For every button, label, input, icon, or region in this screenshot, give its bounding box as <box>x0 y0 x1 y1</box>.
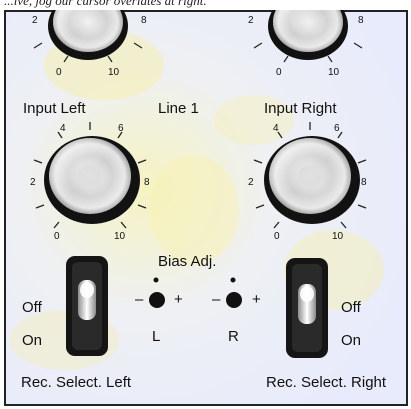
input-left-label: Input Left <box>23 100 86 117</box>
bias-right-minus: – <box>212 291 221 308</box>
input-left-mark-4: 4 <box>60 123 66 134</box>
bias-right-channel: R <box>228 328 239 345</box>
top-left-mark-2: 2 <box>32 15 38 26</box>
caption-text: ...ive, jog our cursor overlates at righ… <box>4 0 207 8</box>
switch-right-off: Off <box>341 299 361 316</box>
top-left-mark-10: 10 <box>108 67 120 78</box>
top-right-mark-2: 2 <box>248 15 254 26</box>
top-left-mark-8: 8 <box>141 15 147 26</box>
top-right-mark-8: 8 <box>358 15 364 26</box>
input-left-mark-6: 6 <box>118 123 124 134</box>
top-right-mark-0: 0 <box>276 67 282 78</box>
rec-select-right-label: Rec. Select. Right <box>266 374 387 391</box>
bias-right-plus: + <box>252 291 261 308</box>
bias-left-channel: L <box>152 328 161 345</box>
top-left-mark-0: 0 <box>56 67 62 78</box>
switch-left-on: On <box>22 332 43 349</box>
line-label: Line 1 <box>158 100 199 117</box>
photo: ...ive, jog our cursor overlates at righ… <box>0 0 411 409</box>
input-left-mark-2: 2 <box>30 177 36 188</box>
input-left-knob <box>44 136 140 224</box>
input-right-mark-0: 0 <box>274 231 280 242</box>
input-left-mark-0: 0 <box>54 231 60 242</box>
top-right-mark-10: 10 <box>328 67 340 78</box>
input-right-knob <box>264 136 360 224</box>
input-right-mark-2: 2 <box>248 177 254 188</box>
bias-left-plus: + <box>174 291 183 308</box>
rec-select-left-switch <box>66 256 108 356</box>
input-left-mark-8: 8 <box>144 177 150 188</box>
input-right-mark-8: 8 <box>361 177 367 188</box>
input-right-mark-10: 10 <box>332 231 344 242</box>
bias-adj-label: Bias Adj. <box>158 253 217 270</box>
switch-right-on: On <box>341 332 362 349</box>
glare-patch <box>149 155 239 265</box>
input-right-label: Input Right <box>264 100 337 117</box>
input-left-mark-10: 10 <box>114 231 126 242</box>
switch-left-off: Off <box>22 299 42 316</box>
bias-left-minus: – <box>135 291 144 308</box>
rec-select-left-label: Rec. Select. Left <box>21 374 132 391</box>
rec-select-right-switch <box>286 258 328 358</box>
input-right-mark-4: 4 <box>273 123 279 134</box>
input-right-mark-6: 6 <box>334 123 340 134</box>
control-panel: 2 8 0 10 2 8 0 10 Input Left Line 1 Inpu… <box>4 10 408 406</box>
